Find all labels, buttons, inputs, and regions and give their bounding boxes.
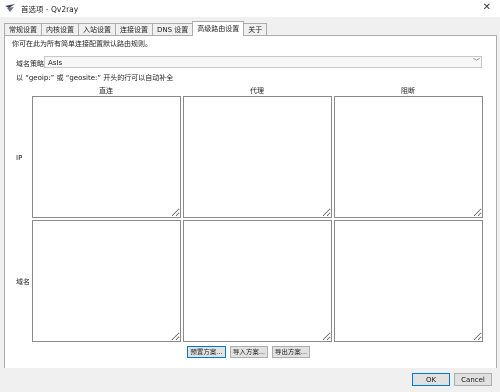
- qv2ray-logo-icon: [5, 4, 15, 12]
- ok-button[interactable]: OK: [412, 373, 450, 386]
- block-domain-textarea[interactable]: [334, 220, 483, 342]
- close-icon[interactable]: ✕: [483, 2, 491, 14]
- block-ip-textarea[interactable]: [334, 96, 483, 218]
- routing-hint: 你可在此为所有简单连接配置默认路由规则。: [12, 40, 152, 48]
- domain-strategy-value: AsIs: [48, 59, 63, 67]
- column-proxy: 代理: [250, 87, 264, 95]
- domain-strategy-label: 域名策略: [16, 60, 44, 68]
- tab-bar: 常规设置 内核设置 入站设置 连接设置 DNS 设置 高级路由设置 关于: [4, 21, 268, 36]
- title-bar: 首选项 - Qv2ray ✕: [0, 0, 500, 17]
- tab-advanced-routing[interactable]: 高级路由设置: [192, 21, 245, 36]
- direct-ip-textarea[interactable]: [32, 96, 181, 218]
- cancel-button[interactable]: Cancel: [454, 373, 492, 386]
- domain-strategy-select[interactable]: [44, 56, 482, 68]
- column-block: 阻断: [401, 87, 415, 95]
- proxy-domain-textarea[interactable]: [183, 220, 332, 342]
- row-ip: IP: [16, 154, 23, 162]
- proxy-ip-textarea[interactable]: [183, 96, 332, 218]
- window-title: 首选项 - Qv2ray: [21, 5, 79, 14]
- chevron-down-icon[interactable]: ﹀: [473, 57, 480, 67]
- geo-autocomplete-hint: 以 “geoip:” 或 “geosite:” 开头的行可以自动补全: [16, 74, 174, 82]
- export-scheme-button[interactable]: 导出方案...: [272, 346, 310, 358]
- direct-domain-textarea[interactable]: [32, 220, 181, 342]
- row-domain: 域名: [16, 278, 30, 286]
- column-direct: 直连: [99, 87, 113, 95]
- import-scheme-button[interactable]: 导入方案...: [230, 346, 268, 358]
- preset-scheme-button[interactable]: 预置方案...: [187, 346, 226, 358]
